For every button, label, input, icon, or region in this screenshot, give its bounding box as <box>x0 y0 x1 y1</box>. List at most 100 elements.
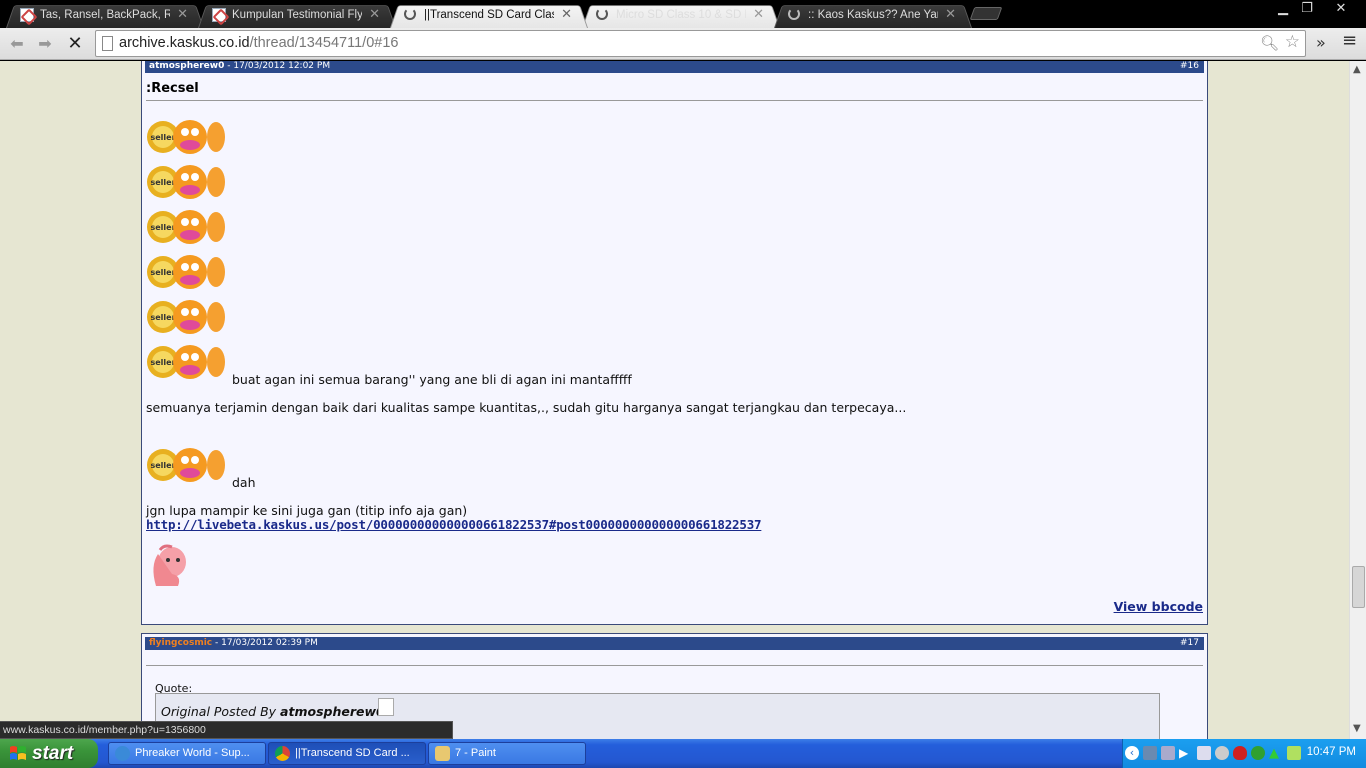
tab-1[interactable]: Tas, Ransel, BackPack, Ruck ✕ <box>6 3 204 29</box>
tab-title: Tas, Ransel, BackPack, Ruck <box>40 9 170 21</box>
scroll-down-arrow-icon[interactable]: ▼ <box>1353 723 1361 734</box>
tray-play-icon[interactable]: ▶ <box>1179 746 1193 760</box>
page-scrollbar[interactable]: ▲ ▼ <box>1349 61 1366 739</box>
seller-emoticon-icon: seller <box>147 345 225 379</box>
post-title: :Recsel <box>146 81 199 96</box>
svg-text:seller: seller <box>150 178 175 187</box>
restore-icon[interactable]: ❐ <box>1294 1 1320 17</box>
seller-emoticon-icon: seller <box>147 120 225 154</box>
post-number[interactable]: #16 <box>1180 61 1199 73</box>
svg-text:seller: seller <box>150 313 175 322</box>
tray-tool-icon[interactable] <box>1287 746 1301 760</box>
windows-taskbar: start Phreaker World - Sup... ||Transcen… <box>0 739 1366 768</box>
taskbar-button-ie[interactable]: Phreaker World - Sup... <box>108 742 266 765</box>
tab-title: Kumpulan Testimonial Flyingc <box>232 9 362 21</box>
tab-close-icon[interactable]: ✕ <box>753 7 764 22</box>
tray-bluetooth-icon[interactable] <box>1197 746 1211 760</box>
post-number[interactable]: #17 <box>1180 637 1199 650</box>
loading-spinner-icon <box>404 8 416 20</box>
seller-emoticon-icon: seller <box>147 210 225 244</box>
svg-text:seller: seller <box>150 133 175 142</box>
tray-antivirus-icon[interactable] <box>1233 746 1247 760</box>
view-bbcode-link[interactable]: View bbcode <box>1114 599 1203 614</box>
post-header: atmospherew0 - 17/03/2012 12:02 PM #16 <box>145 61 1204 73</box>
paint-icon <box>435 746 450 761</box>
scrollbar-thumb[interactable] <box>1352 566 1365 608</box>
tab-title: :: Kaos Kaskus?? Ane Yang J <box>808 9 938 21</box>
forward-arrow-icon[interactable]: ➡ <box>34 33 56 55</box>
status-url-bubble: www.kaskus.co.id/member.php?u=1356800 <box>0 721 453 739</box>
back-arrow-icon[interactable]: ⬅ <box>6 33 28 55</box>
tab-4[interactable]: Micro SD Class 10 & SD Kualit ✕ <box>582 3 780 29</box>
post-username[interactable]: flyingcosmic <box>149 638 212 648</box>
menu-icon[interactable]: ≡ <box>1342 30 1357 51</box>
loading-spinner-icon <box>596 8 608 20</box>
tab-close-icon[interactable]: ✕ <box>177 7 188 22</box>
start-button[interactable]: start <box>0 739 98 768</box>
url-text[interactable]: archive.kaskus.co.id/thread/13454711/0#1… <box>119 35 398 51</box>
scroll-up-arrow-icon[interactable]: ▲ <box>1353 64 1361 75</box>
tab-2[interactable]: Kumpulan Testimonial Flyingc ✕ <box>198 3 396 29</box>
divider <box>146 100 1203 101</box>
svg-text:seller: seller <box>150 358 175 367</box>
search-icon[interactable]: 🔍︎ <box>1260 34 1279 52</box>
divider <box>146 665 1203 666</box>
tray-volume-icon[interactable] <box>1215 746 1229 760</box>
close-window-icon[interactable]: ✕ <box>1328 1 1354 17</box>
post-text: jgn lupa mampir ke sini juga gan (titip … <box>146 503 468 518</box>
quote-username[interactable]: atmospherew0 <box>280 704 385 719</box>
tray-warning-icon[interactable]: ▲ <box>1269 746 1283 761</box>
minimize-icon[interactable]: ▁ <box>1270 1 1296 17</box>
extensions-chevron-icon[interactable]: » <box>1316 33 1326 52</box>
page-viewport: atmospherew0 - 17/03/2012 12:02 PM #16 :… <box>0 61 1349 739</box>
kaskus-favicon-icon <box>20 8 34 22</box>
tab-title: Micro SD Class 10 & SD Kualit <box>616 9 746 21</box>
windows-flag-icon <box>10 746 26 760</box>
new-tab-button[interactable] <box>969 7 1003 20</box>
start-label: start <box>32 743 74 764</box>
tab-5[interactable]: :: Kaos Kaskus?? Ane Yang J ✕ <box>774 3 972 29</box>
bookmark-star-icon[interactable]: ☆ <box>1285 32 1300 52</box>
seller-emoticon-icon: seller <box>147 255 225 289</box>
svg-text:seller: seller <box>150 223 175 232</box>
tray-update-icon[interactable] <box>1251 746 1265 760</box>
taskbar-button-paint[interactable]: 7 - Paint <box>428 742 586 765</box>
page-icon <box>102 36 113 51</box>
post-header: flyingcosmic - 17/03/2012 02:39 PM #17 <box>145 637 1204 650</box>
tray-app-icon[interactable] <box>1143 746 1157 760</box>
tab-3-active[interactable]: ||Transcend SD Card Class 1 ✕ <box>390 3 588 29</box>
taskbar-button-chrome[interactable]: ||Transcend SD Card ... <box>268 742 426 765</box>
browser-tab-strip: Tas, Ransel, BackPack, Ruck ✕ Kumpulan T… <box>0 0 1366 29</box>
svg-text:seller: seller <box>150 268 175 277</box>
post-text: semuanya terjamin dengan baik dari kuali… <box>146 400 907 415</box>
kaskus-favicon-icon <box>212 8 226 22</box>
seller-emoticon-icon: seller <box>147 165 225 199</box>
post-date: - 17/03/2012 02:39 PM <box>215 638 318 648</box>
post-date: - 17/03/2012 12:02 PM <box>227 61 331 71</box>
tab-title: ||Transcend SD Card Class 1 <box>424 9 554 21</box>
chrome-icon <box>275 746 290 761</box>
post-text: buat agan ini semua barang'' yang ane bl… <box>232 372 632 387</box>
tray-expand-chevron-icon[interactable]: ‹ <box>1125 746 1139 760</box>
post-link[interactable]: http://livebeta.kaskus.us/post/000000000… <box>146 517 762 532</box>
ie-icon <box>115 746 130 761</box>
svg-text:seller: seller <box>150 461 175 470</box>
forum-post: atmospherew0 - 17/03/2012 12:02 PM #16 :… <box>141 61 1208 625</box>
broken-image-icon[interactable] <box>378 698 394 716</box>
address-bar[interactable]: archive.kaskus.co.id/thread/13454711/0#1… <box>95 30 1306 57</box>
post-text: dah <box>232 475 256 490</box>
tab-close-icon[interactable]: ✕ <box>945 7 956 22</box>
pink-character-emoticon-icon <box>153 544 186 586</box>
post-username[interactable]: atmospherew0 <box>149 61 224 71</box>
seller-emoticon-icon: seller <box>147 300 225 334</box>
seller-emoticon-icon: seller <box>147 448 225 482</box>
tray-network-icon[interactable] <box>1161 746 1175 760</box>
taskbar-clock: 10:47 PM <box>1306 746 1356 758</box>
system-tray: ‹ ▶ ▲ 10:47 PM <box>1122 739 1366 768</box>
stop-loading-icon[interactable]: ✕ <box>64 33 86 55</box>
tab-close-icon[interactable]: ✕ <box>561 7 572 22</box>
quote-attribution: Original Posted By atmospherew0 <box>161 704 385 719</box>
loading-spinner-icon <box>788 8 800 20</box>
tab-close-icon[interactable]: ✕ <box>369 7 380 22</box>
browser-toolbar: ⬅ ➡ ✕ archive.kaskus.co.id/thread/134547… <box>0 28 1366 60</box>
